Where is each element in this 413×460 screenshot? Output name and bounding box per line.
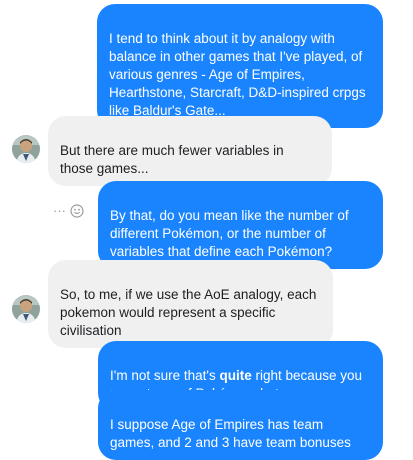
message-text: I tend to think about it by analogy with… xyxy=(109,31,366,118)
message-text: But there are much fewer variables in th… xyxy=(60,143,284,176)
message-bubble-outgoing[interactable]: I tend to think about it by analogy with… xyxy=(97,4,383,128)
message-text-start: I'm not sure that's xyxy=(110,368,220,383)
message-thread: I tend to think about it by analogy with… xyxy=(0,0,413,460)
message-bubble-outgoing[interactable]: I suppose Age of Empires has team games,… xyxy=(98,390,383,460)
message-text: So, to me, if we use the AoE analogy, ea… xyxy=(60,287,317,338)
smiley-icon[interactable] xyxy=(70,204,84,218)
message-bubble-incoming[interactable]: But there are much fewer variables in th… xyxy=(48,116,332,186)
contact-avatar[interactable] xyxy=(12,135,40,163)
message-text-bold: quite xyxy=(219,368,252,383)
message-bubble-incoming[interactable]: So, to me, if we use the AoE analogy, ea… xyxy=(48,260,333,348)
contact-avatar[interactable] xyxy=(12,295,40,323)
message-actions: ··· xyxy=(53,204,84,218)
message-bubble-outgoing[interactable]: By that, do you mean like the number of … xyxy=(98,181,383,269)
more-options-icon[interactable]: ··· xyxy=(53,204,66,218)
message-text: By that, do you mean like the number of … xyxy=(110,208,349,259)
message-text: I suppose Age of Empires has team games,… xyxy=(110,417,351,450)
